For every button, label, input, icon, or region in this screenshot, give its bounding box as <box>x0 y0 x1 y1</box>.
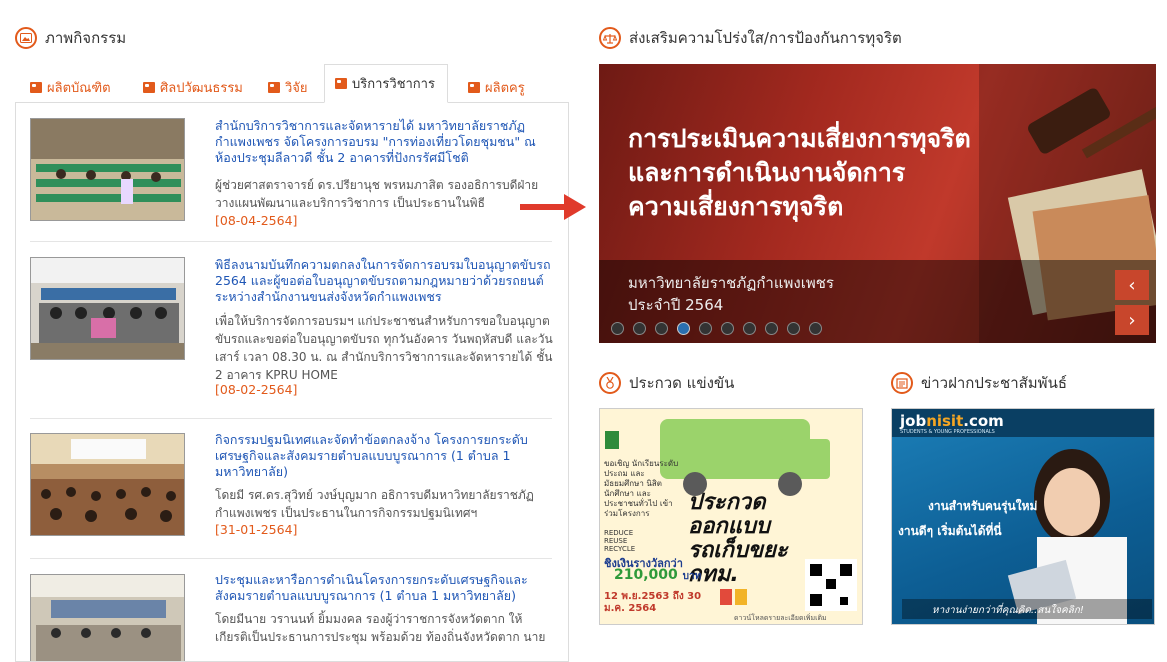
news-date: [31-01-2564] <box>215 522 298 537</box>
next-slide-button[interactable]: › <box>1115 305 1149 335</box>
photo-icon <box>15 27 37 49</box>
banner-slider[interactable]: การประเมินความเสี่ยงการทุจริต และการดำเน… <box>599 64 1156 343</box>
activity-tabs: ผลิตบัณฑิต ศิลปวัฒนธรรม วิจัย บริการวิชา… <box>15 64 569 103</box>
tab-academic-service[interactable]: บริการวิชาการ <box>324 64 448 103</box>
news-thumbnail[interactable] <box>30 118 185 221</box>
image-icon <box>468 81 480 93</box>
banner-subtitle: มหาวิทยาลัยราชภัฏกำแพงเพชร ประจำปี 2564 <box>628 272 834 316</box>
activities-header: ภาพกิจกรรม <box>15 26 126 50</box>
brand-suffix: .com <box>963 412 1004 430</box>
news-title-link[interactable]: สำนักบริการวิชาการและจัดหารายได้ มหาวิทย… <box>215 118 555 166</box>
news-thumbnail[interactable] <box>30 433 185 536</box>
contest-poster[interactable]: ขอเชิญ นักเรียนระดับประถม และมัธยมศึกษา … <box>599 408 863 625</box>
brand-highlight: nisit <box>926 412 964 430</box>
slide-dot[interactable] <box>655 322 668 335</box>
job-ad-line1: งานสำหรับคนรุ่นใหม่ <box>928 499 1038 513</box>
chevron-left-icon: ‹ <box>1128 274 1136 296</box>
divider <box>30 241 552 242</box>
image-icon <box>30 81 42 93</box>
scales-icon <box>599 27 621 49</box>
slide-dot[interactable] <box>611 322 624 335</box>
contest-title: ประกวด แข่งขัน <box>629 374 735 392</box>
image-icon <box>143 81 155 93</box>
prev-slide-button[interactable]: ‹ <box>1115 270 1149 300</box>
tab-label: ศิลปวัฒนธรรม <box>160 80 243 96</box>
image-icon <box>268 81 280 93</box>
slide-dot-active[interactable] <box>677 322 690 335</box>
chevron-right-icon: › <box>1128 309 1136 331</box>
news-thumbnail[interactable] <box>30 257 185 360</box>
tab-research[interactable]: วิจัย <box>258 72 318 102</box>
image-icon <box>335 78 347 89</box>
news-title-link[interactable]: พิธีลงนามบันทึกความตกลงในการจัดการอบรมใบ… <box>215 257 555 305</box>
tab-label: ผลิตครู <box>485 80 525 96</box>
banner-subtitle-line: มหาวิทยาลัยราชภัฏกำแพงเพชร <box>628 274 834 292</box>
tab-label: ผลิตบัณฑิต <box>47 80 111 96</box>
contest-prize: 210,000 บาท <box>614 567 701 584</box>
medal-icon <box>599 372 621 394</box>
job-ad[interactable]: jobnisit.com STUDENTS & YOUNG PROFESSION… <box>891 408 1155 625</box>
news-description: โดยมีนาย วรานนท์ ยิ้มมงคล รองผู้ว่าราชกา… <box>215 612 546 644</box>
news-description: โดยมี รศ.ดร.สุวิทย์ วงษ์บุญมาก อธิการบดี… <box>215 488 534 520</box>
reuse-label: REUSE <box>604 537 628 545</box>
transparency-header: ส่งเสริมความโปร่งใส/การป้องกันการทุจริต <box>599 26 902 50</box>
news-description: เพื่อให้บริการจัดการอบรมฯ แก่ประชาชนสำหร… <box>215 314 553 382</box>
activities-title: ภาพกิจกรรม <box>45 29 127 47</box>
recycle-label: RECYCLE <box>604 545 636 553</box>
pr-header: ข่าวฝากประชาสัมพันธ์ <box>891 371 1067 395</box>
divider <box>30 558 552 559</box>
news-item: กิจกรรมปฐมนิเทศและจัดทำข้อตกลงจ้าง โครงก… <box>30 424 552 554</box>
banner-title-line: การประเมินความเสี่ยงการทุจริต <box>628 124 971 153</box>
slide-dot[interactable] <box>743 322 756 335</box>
brand-prefix: job <box>900 412 927 430</box>
news-date: [08-04-2564] <box>215 213 298 228</box>
newspaper-icon <box>891 372 913 394</box>
slide-dot[interactable] <box>633 322 646 335</box>
pointer-arrow-head <box>564 194 586 220</box>
news-thumbnail[interactable] <box>30 574 185 661</box>
prize-amount: 210,000 <box>614 567 678 583</box>
news-item: ประชุมและหารือการดำเนินโครงการยกระดับเศร… <box>30 564 555 661</box>
slide-dot[interactable] <box>787 322 800 335</box>
prize-unit: บาท <box>682 571 702 582</box>
job-ad-cta[interactable]: หางานง่ายกว่าที่คุณคิด..สนใจคลิก! <box>932 603 1084 618</box>
slide-dot[interactable] <box>809 322 822 335</box>
contest-date-range: 12 พ.ย.2563 ถึง 30 ม.ค. 2564 <box>604 591 702 614</box>
news-panel: สำนักบริการวิชาการและจัดหารายได้ มหาวิทย… <box>15 102 569 662</box>
banner-title: การประเมินความเสี่ยงการทุจริต และการดำเน… <box>628 122 1008 224</box>
divider <box>30 418 552 419</box>
jobnisit-logo: jobnisit.com <box>900 412 1004 430</box>
tab-teacher-production[interactable]: ผลิตครู <box>458 72 535 102</box>
news-title-link[interactable]: กิจกรรมปฐมนิเทศและจัดทำข้อตกลงจ้าง โครงก… <box>215 432 555 480</box>
banner-title-line: ความเสี่ยงการทุจริต <box>628 192 844 221</box>
jobnisit-tagline: STUDENTS & YOUNG PROFESSIONALS <box>900 429 995 435</box>
tab-label: บริการวิชาการ <box>352 77 435 92</box>
contest-header: ประกวด แข่งขัน <box>599 371 734 395</box>
news-item: พิธีลงนามบันทึกความตกลงในการจัดการอบรมใบ… <box>30 249 555 399</box>
pointer-arrow <box>520 204 568 210</box>
contest-footer: ดาวน์โหลดรายละเอียดเพิ่มเติม <box>734 614 827 622</box>
pr-title: ข่าวฝากประชาสัมพันธ์ <box>921 374 1067 392</box>
job-ad-line2: งานดีๆ เริ่มต้นได้ที่นี่ <box>898 524 1002 538</box>
news-date: [08-02-2564] <box>215 382 298 397</box>
news-item: สำนักบริการวิชาการและจัดหารายได้ มหาวิทย… <box>30 110 552 230</box>
contest-invite: ขอเชิญ นักเรียนระดับประถม และมัธยมศึกษา … <box>604 459 679 518</box>
contest-3r: REDUCE REUSE RECYCLE <box>604 529 635 553</box>
slide-dot[interactable] <box>699 322 712 335</box>
reduce-label: REDUCE <box>604 529 634 537</box>
slide-dot[interactable] <box>721 322 734 335</box>
banner-title-line: และการดำเนินงานจัดการ <box>628 158 906 187</box>
banner-subtitle-line: ประจำปี 2564 <box>628 296 724 314</box>
slide-dot[interactable] <box>765 322 778 335</box>
news-title-link[interactable]: ประชุมและหารือการดำเนินโครงการยกระดับเศร… <box>215 572 555 604</box>
woman-photo <box>1007 449 1127 624</box>
transparency-title: ส่งเสริมความโปร่งใส/การป้องกันการทุจริต <box>629 29 902 47</box>
contest-headline: ประกวด ออกแบบ รถเก็บขยะ กทม. <box>688 490 788 587</box>
tab-label: วิจัย <box>285 80 308 96</box>
news-description: ผู้ช่วยศาสตราจารย์ ดร.ปรียานุช พรหมภาสิต… <box>215 178 539 210</box>
tab-graduate-production[interactable]: ผลิตบัณฑิต <box>20 72 121 102</box>
tab-arts-culture[interactable]: ศิลปวัฒนธรรม <box>133 72 253 102</box>
